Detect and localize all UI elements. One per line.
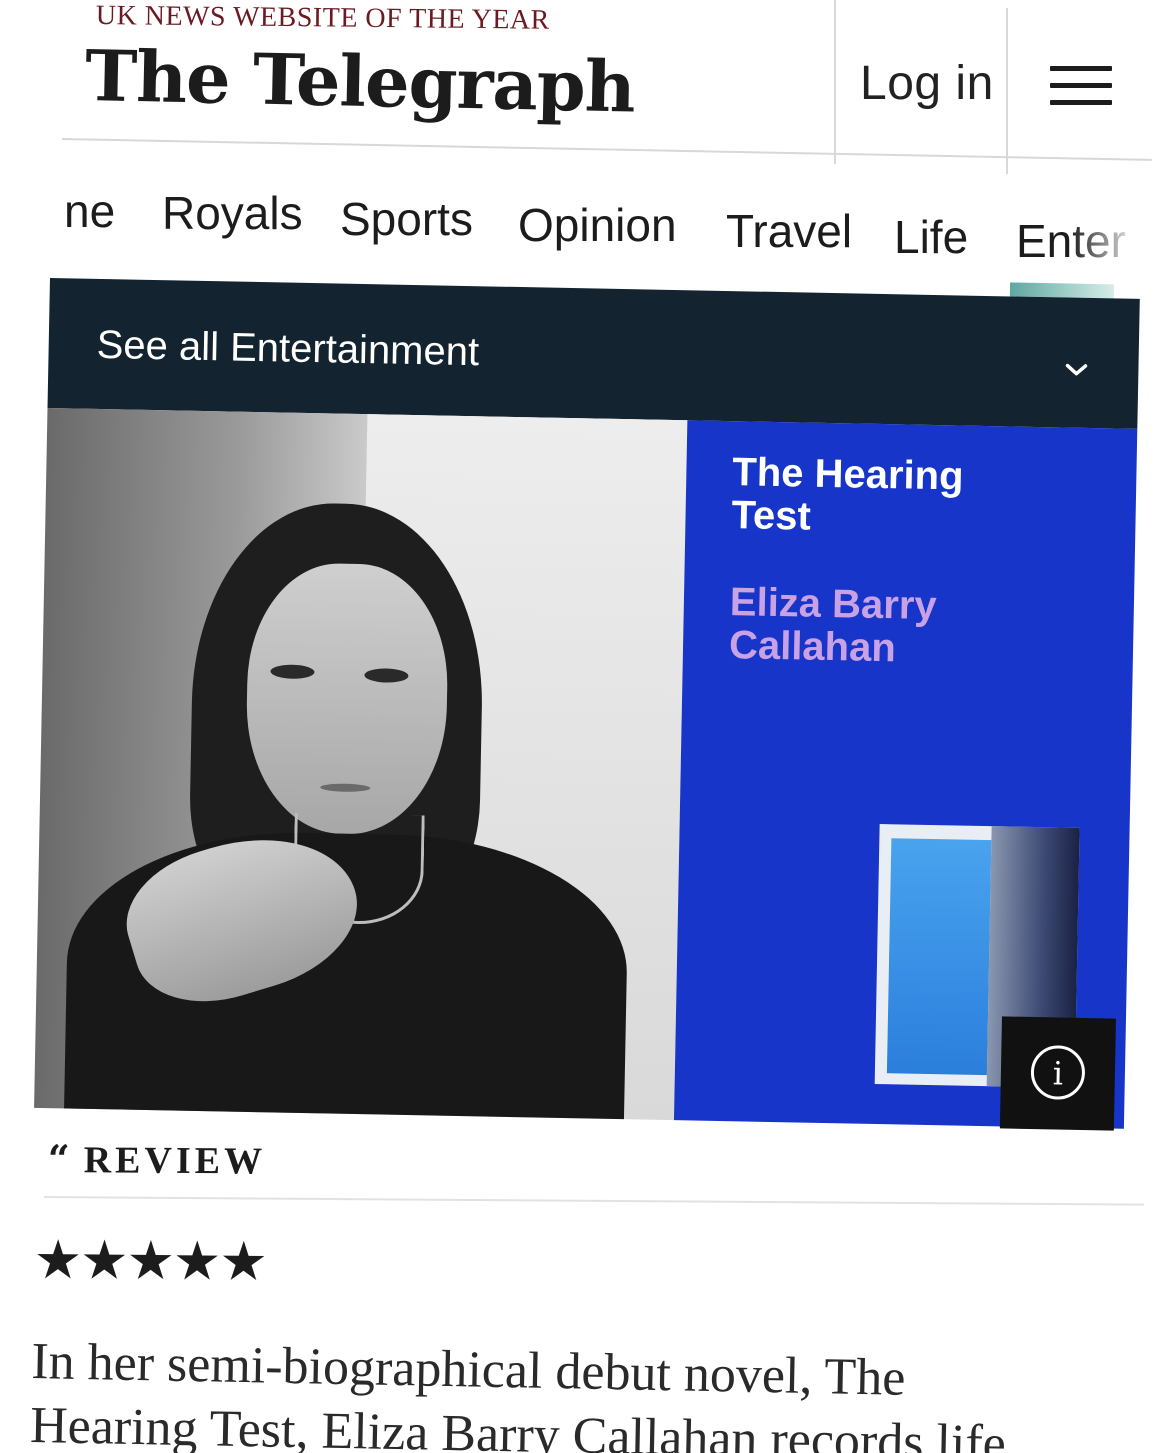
review-divider	[43, 1196, 1144, 1206]
nav-item-travel[interactable]: Travel	[726, 204, 852, 258]
nav-fade-overlay	[1070, 190, 1170, 280]
login-button[interactable]: Log in	[860, 56, 994, 111]
nav-item-home[interactable]: ne	[64, 184, 115, 238]
header-divider	[1006, 8, 1008, 174]
book-title: The Hearing Test	[731, 450, 964, 539]
image-info-button[interactable]: i	[999, 1016, 1116, 1131]
info-icon: i	[1030, 1044, 1086, 1101]
nav-item-opinion[interactable]: Opinion	[518, 198, 677, 252]
review-label-text: REVIEW	[83, 1139, 267, 1183]
see-all-entertainment-bar[interactable]: See all Entertainment	[47, 278, 1140, 429]
article-body: In her semi-biographical debut novel, Th…	[30, 1330, 1170, 1453]
header-divider	[834, 0, 836, 164]
author-photo	[34, 407, 688, 1121]
quote-icon: “	[47, 1136, 70, 1182]
telegraph-logo[interactable]: The Telegraph	[84, 34, 635, 128]
article-hero-card: See all Entertainment The Hearing Test E…	[34, 278, 1140, 1131]
chevron-down-icon[interactable]	[1064, 357, 1088, 381]
hamburger-menu-icon[interactable]	[1050, 66, 1112, 118]
nav-item-sports[interactable]: Sports	[340, 192, 473, 246]
star-rating: ★★★★★	[33, 1229, 267, 1293]
site-tagline: UK NEWS WEBSITE OF THE YEAR	[95, 0, 550, 36]
nav-item-life[interactable]: Life	[894, 210, 968, 264]
nav-item-royals[interactable]: Royals	[162, 186, 303, 240]
see-all-label: See all Entertainment	[96, 322, 480, 375]
header-divider	[61, 138, 1152, 161]
review-label: “ REVIEW	[48, 1136, 267, 1184]
book-author: Eliza Barry Callahan	[728, 580, 938, 671]
